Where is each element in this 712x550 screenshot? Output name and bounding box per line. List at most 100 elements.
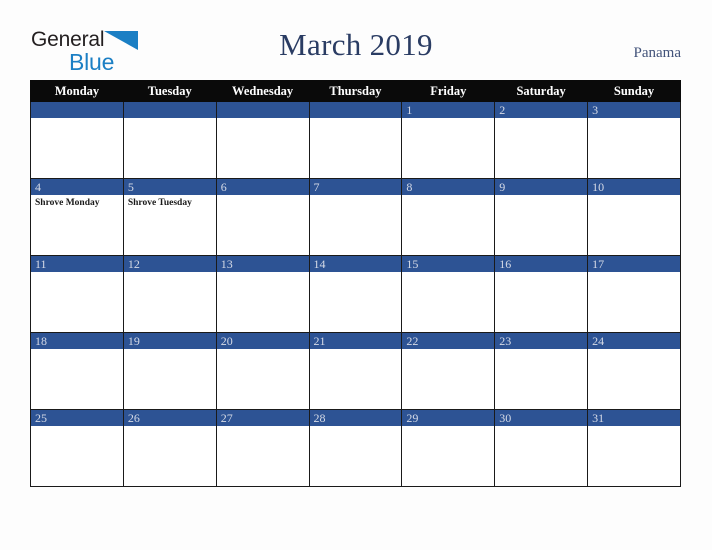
- weekday-header-sunday: Sunday: [587, 80, 681, 102]
- date-number: 22: [402, 333, 495, 349]
- day-cell[interactable]: 5 Shrove Tuesday: [122, 178, 217, 256]
- calendar-week-row: 1 2 3: [30, 101, 681, 179]
- day-cell[interactable]: 24: [587, 332, 681, 410]
- date-number: 24: [588, 333, 680, 349]
- day-cell[interactable]: 2: [494, 101, 589, 179]
- day-cell[interactable]: 26: [122, 409, 217, 487]
- date-number: 14: [309, 256, 402, 272]
- page-title: March 2019: [279, 27, 433, 62]
- date-number: 29: [402, 410, 495, 426]
- day-events: [495, 426, 587, 486]
- date-number: 26: [123, 410, 216, 426]
- day-events: [124, 349, 216, 409]
- day-events: [495, 195, 587, 255]
- day-events: [31, 272, 123, 332]
- day-cell[interactable]: 31: [587, 409, 681, 487]
- date-number: 25: [31, 410, 123, 426]
- day-cell[interactable]: 23: [494, 332, 589, 410]
- date-number: 4: [31, 179, 123, 195]
- day-cell[interactable]: 27: [215, 409, 310, 487]
- day-events: [31, 118, 123, 178]
- day-cell[interactable]: 3: [587, 101, 681, 179]
- day-cell[interactable]: 7: [308, 178, 403, 256]
- date-number: 23: [495, 333, 588, 349]
- day-events: [588, 272, 680, 332]
- day-cell[interactable]: 25: [30, 409, 124, 487]
- weekday-header-wednesday: Wednesday: [215, 80, 310, 102]
- day-cell[interactable]: 6: [215, 178, 310, 256]
- day-events: [402, 195, 494, 255]
- day-events: Shrove Monday: [31, 195, 123, 255]
- day-cell[interactable]: 28: [308, 409, 403, 487]
- date-number: 20: [216, 333, 309, 349]
- day-events: [495, 272, 587, 332]
- date-number: [31, 102, 123, 118]
- day-events: [31, 349, 123, 409]
- weekday-header-thursday: Thursday: [308, 80, 403, 102]
- date-number: 12: [123, 256, 216, 272]
- calendar-body: 1 2 3 4 Shrove Monday 5 Shrove Tuesday 6…: [30, 101, 681, 487]
- day-events: [310, 272, 402, 332]
- day-events: Shrove Tuesday: [124, 195, 216, 255]
- day-cell[interactable]: 29: [401, 409, 496, 487]
- weekday-header-tuesday: Tuesday: [122, 80, 217, 102]
- holiday-label: Shrove Tuesday: [127, 198, 192, 208]
- date-number: 5: [123, 179, 216, 195]
- day-events: [217, 195, 309, 255]
- day-cell[interactable]: [308, 101, 403, 179]
- date-number: 2: [495, 102, 588, 118]
- day-cell[interactable]: 13: [215, 255, 310, 333]
- calendar-week-row: 11 12 13 14 15 16 17: [30, 255, 681, 333]
- date-number: [309, 102, 402, 118]
- day-events: [588, 118, 680, 178]
- day-cell[interactable]: 18: [30, 332, 124, 410]
- date-number: 28: [309, 410, 402, 426]
- day-cell[interactable]: 8: [401, 178, 496, 256]
- day-events: [217, 426, 309, 486]
- date-number: 7: [309, 179, 402, 195]
- date-number: 8: [402, 179, 495, 195]
- date-number: 10: [588, 179, 680, 195]
- day-cell[interactable]: 17: [587, 255, 681, 333]
- page-header: General Blue March 2019 Panama: [0, 0, 712, 80]
- day-cell[interactable]: [215, 101, 310, 179]
- day-events: [495, 349, 587, 409]
- day-cell[interactable]: 30: [494, 409, 589, 487]
- calendar-week-row: 18 19 20 21 22 23 24: [30, 332, 681, 410]
- day-cell[interactable]: 10: [587, 178, 681, 256]
- date-number: 17: [588, 256, 680, 272]
- date-number: 18: [31, 333, 123, 349]
- day-cell[interactable]: 11: [30, 255, 124, 333]
- date-number: 31: [588, 410, 680, 426]
- day-cell[interactable]: 9: [494, 178, 589, 256]
- day-cell[interactable]: 21: [308, 332, 403, 410]
- calendar-week-row: 25 26 27 28 29 30 31: [30, 409, 681, 487]
- weekday-header-saturday: Saturday: [494, 80, 589, 102]
- day-events: [124, 426, 216, 486]
- day-cell[interactable]: 20: [215, 332, 310, 410]
- date-number: 9: [495, 179, 588, 195]
- day-events: [217, 349, 309, 409]
- day-events: [495, 118, 587, 178]
- day-cell[interactable]: [122, 101, 217, 179]
- date-number: [216, 102, 309, 118]
- day-cell[interactable]: 1: [401, 101, 496, 179]
- day-cell[interactable]: [30, 101, 124, 179]
- day-events: [31, 426, 123, 486]
- date-number: 3: [588, 102, 680, 118]
- date-number: 27: [216, 410, 309, 426]
- day-cell[interactable]: 16: [494, 255, 589, 333]
- date-number: 6: [216, 179, 309, 195]
- date-number: 13: [216, 256, 309, 272]
- day-cell[interactable]: 14: [308, 255, 403, 333]
- weekday-header-friday: Friday: [401, 80, 496, 102]
- day-cell[interactable]: 22: [401, 332, 496, 410]
- day-cell[interactable]: 19: [122, 332, 217, 410]
- day-events: [124, 118, 216, 178]
- day-events: [310, 195, 402, 255]
- day-cell[interactable]: 4 Shrove Monday: [30, 178, 124, 256]
- day-events: [402, 426, 494, 486]
- day-cell[interactable]: 12: [122, 255, 217, 333]
- day-cell[interactable]: 15: [401, 255, 496, 333]
- calendar-week-row: 4 Shrove Monday 5 Shrove Tuesday 6 7 8 9…: [30, 178, 681, 256]
